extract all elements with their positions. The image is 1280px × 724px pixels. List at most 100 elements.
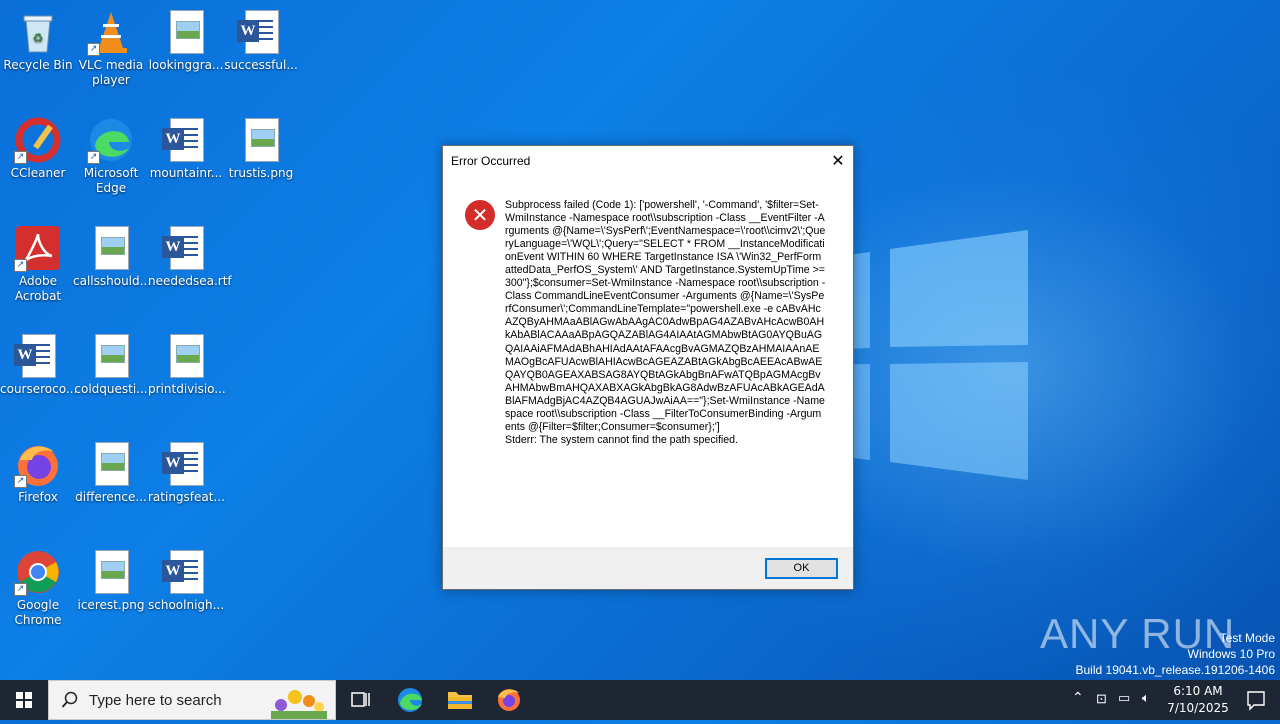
- task-view-button[interactable]: [336, 680, 384, 720]
- desktop-icon-label: difference...: [75, 490, 147, 504]
- acrobat-icon: ↗: [14, 224, 62, 272]
- taskbar: Type here to search ⌃ ⊡ ▭ 🔈︎ 6:10 AM 7/1…: [0, 680, 1280, 720]
- desktop-icon-courseroco[interactable]: W courseroco...: [0, 332, 78, 397]
- shortcut-arrow-icon: ↗: [14, 151, 27, 164]
- word-document-icon: W: [14, 332, 62, 380]
- vlc-icon: ↗: [87, 8, 135, 56]
- desktop-icon-coldquesti[interactable]: coldquesti...: [73, 332, 149, 397]
- folder-icon: [448, 692, 472, 709]
- taskbar-firefox-button[interactable]: [485, 680, 533, 720]
- edition-text: Windows 10 Pro: [1187, 647, 1275, 661]
- svg-text:♻: ♻: [33, 31, 44, 45]
- desktop-icon-label: coldquesti...: [74, 382, 148, 396]
- desktop-icon-label: Adobe Acrobat: [14, 274, 62, 303]
- word-document-icon: W: [162, 116, 210, 164]
- system-tray: ⌃ ⊡ ▭ 🔈︎: [1064, 680, 1164, 720]
- shortcut-arrow-icon: ↗: [87, 43, 100, 56]
- desktop-icon-difference[interactable]: difference...: [73, 440, 149, 505]
- desktop-icon-adobe-acrobat[interactable]: ↗ Adobe Acrobat: [0, 224, 76, 304]
- desktop-icon-ccleaner[interactable]: ↗ CCleaner: [0, 116, 76, 181]
- image-file-icon: [162, 332, 210, 380]
- dialog-footer: OK: [443, 547, 853, 589]
- dialog-title: Error Occurred: [451, 154, 531, 168]
- clock-time: 6:10 AM: [1173, 684, 1223, 698]
- desktop-icon-label: neededsea.rtf: [148, 274, 232, 288]
- windows-watermark: Test Mode Windows 10 Pro Build 19041.vb_…: [1076, 630, 1276, 678]
- clock-date: 7/10/2025: [1167, 701, 1229, 715]
- taskbar-edge-button[interactable]: [386, 680, 434, 720]
- search-placeholder: Type here to search: [89, 692, 222, 709]
- image-file-icon: [87, 224, 135, 272]
- windows-start-icon: [16, 692, 32, 708]
- search-icon: [61, 691, 78, 708]
- desktop-icon-label: trustis.png: [228, 166, 294, 180]
- search-highlight-flowers-icon: [271, 690, 327, 719]
- desktop-icon-ratingsfeat[interactable]: W ratingsfeat...: [148, 440, 225, 505]
- desktop-icon-lookinggra[interactable]: lookinggra...: [148, 8, 224, 73]
- image-file-icon: [87, 440, 135, 488]
- word-document-icon: W: [237, 8, 285, 56]
- desktop-icon-google-chrome[interactable]: ↗ Google Chrome: [0, 548, 76, 628]
- chrome-icon: ↗: [14, 548, 62, 596]
- error-dialog: Error Occurred ✕ ✕ Subprocess failed (Co…: [442, 145, 854, 590]
- taskbar-file-explorer-button[interactable]: [436, 680, 484, 720]
- network-monitor-icon[interactable]: ⊡: [1096, 691, 1107, 707]
- image-file-icon: [87, 548, 135, 596]
- action-center-button[interactable]: [1232, 680, 1280, 720]
- network-icon[interactable]: ▭: [1118, 690, 1130, 706]
- desktop-icon-printdivisio[interactable]: printdivisio...: [148, 332, 226, 397]
- desktop-icon-label: courseroco...: [0, 382, 78, 396]
- desktop-icon-label: Recycle Bin: [3, 58, 73, 72]
- desktop-icon-mountainr[interactable]: W mountainr...: [148, 116, 224, 181]
- word-document-icon: W: [162, 548, 210, 596]
- close-icon[interactable]: ✕: [829, 152, 847, 170]
- desktop-icon-edge[interactable]: ↗ Microsoft Edge: [73, 116, 149, 196]
- desktop-icon-label: Firefox: [18, 490, 58, 504]
- edge-icon: ↗: [87, 116, 135, 164]
- desktop-icon-neededsea[interactable]: W neededsea.rtf: [148, 224, 232, 289]
- desktop-icon-label: schoolnigh...: [148, 598, 225, 612]
- taskbar-search-box[interactable]: Type here to search: [48, 680, 336, 720]
- desktop-icon-label: VLC media player: [78, 58, 144, 87]
- shortcut-arrow-icon: ↗: [14, 475, 27, 488]
- desktop-icon-label: Google Chrome: [14, 598, 62, 627]
- desktop-icon-label: mountainr...: [149, 166, 223, 180]
- chevron-up-icon[interactable]: ⌃: [1072, 689, 1084, 706]
- test-mode-text: Test Mode: [1219, 631, 1275, 645]
- firefox-icon: [498, 689, 520, 711]
- desktop-icon-schoolnigh[interactable]: W schoolnigh...: [148, 548, 224, 613]
- edge-icon: [398, 688, 422, 712]
- desktop-icon-label: callsshould...: [73, 274, 152, 288]
- desktop-icon-label: printdivisio...: [148, 382, 226, 396]
- word-document-icon: W: [162, 440, 210, 488]
- recycle-bin-icon: ♻: [14, 8, 62, 56]
- image-file-icon: [237, 116, 285, 164]
- shortcut-arrow-icon: ↗: [14, 583, 27, 596]
- desktop-icon-label: lookinggra...: [148, 58, 224, 72]
- image-file-icon: [87, 332, 135, 380]
- desktop-icon-recycle-bin[interactable]: ♻ Recycle Bin: [0, 8, 76, 73]
- build-text: Build 19041.vb_release.191206-1406: [1075, 663, 1276, 677]
- desktop-icon-icerest[interactable]: icerest.png: [73, 548, 149, 613]
- desktop-icon-label: ratingsfeat...: [148, 490, 225, 504]
- ok-button[interactable]: OK: [765, 558, 838, 579]
- image-file-icon: [162, 8, 210, 56]
- desktop-icon-vlc[interactable]: ↗ VLC media player: [73, 8, 149, 88]
- desktop-icon-firefox[interactable]: ↗ Firefox: [0, 440, 76, 505]
- word-document-icon: W: [162, 224, 210, 272]
- start-button[interactable]: [0, 680, 48, 720]
- shortcut-arrow-icon: ↗: [87, 151, 100, 164]
- desktop-icon-label: Microsoft Edge: [83, 166, 139, 195]
- taskbar-clock[interactable]: 6:10 AM 7/10/2025: [1162, 683, 1234, 717]
- desktop-icon-callsshould[interactable]: callsshould...: [73, 224, 152, 289]
- error-message: Subprocess failed (Code 1): ['powershell…: [505, 199, 826, 446]
- desktop-icon-successful[interactable]: W successful...: [223, 8, 299, 73]
- error-icon: ✕: [465, 200, 495, 230]
- volume-icon[interactable]: 🔈︎: [1142, 690, 1150, 706]
- firefox-icon: ↗: [14, 440, 62, 488]
- desktop-icon-trustis[interactable]: trustis.png: [223, 116, 299, 181]
- ccleaner-icon: ↗: [14, 116, 62, 164]
- desktop-icon-label: successful...: [224, 58, 298, 72]
- shortcut-arrow-icon: ↗: [14, 259, 27, 272]
- task-view-icon: [351, 692, 370, 707]
